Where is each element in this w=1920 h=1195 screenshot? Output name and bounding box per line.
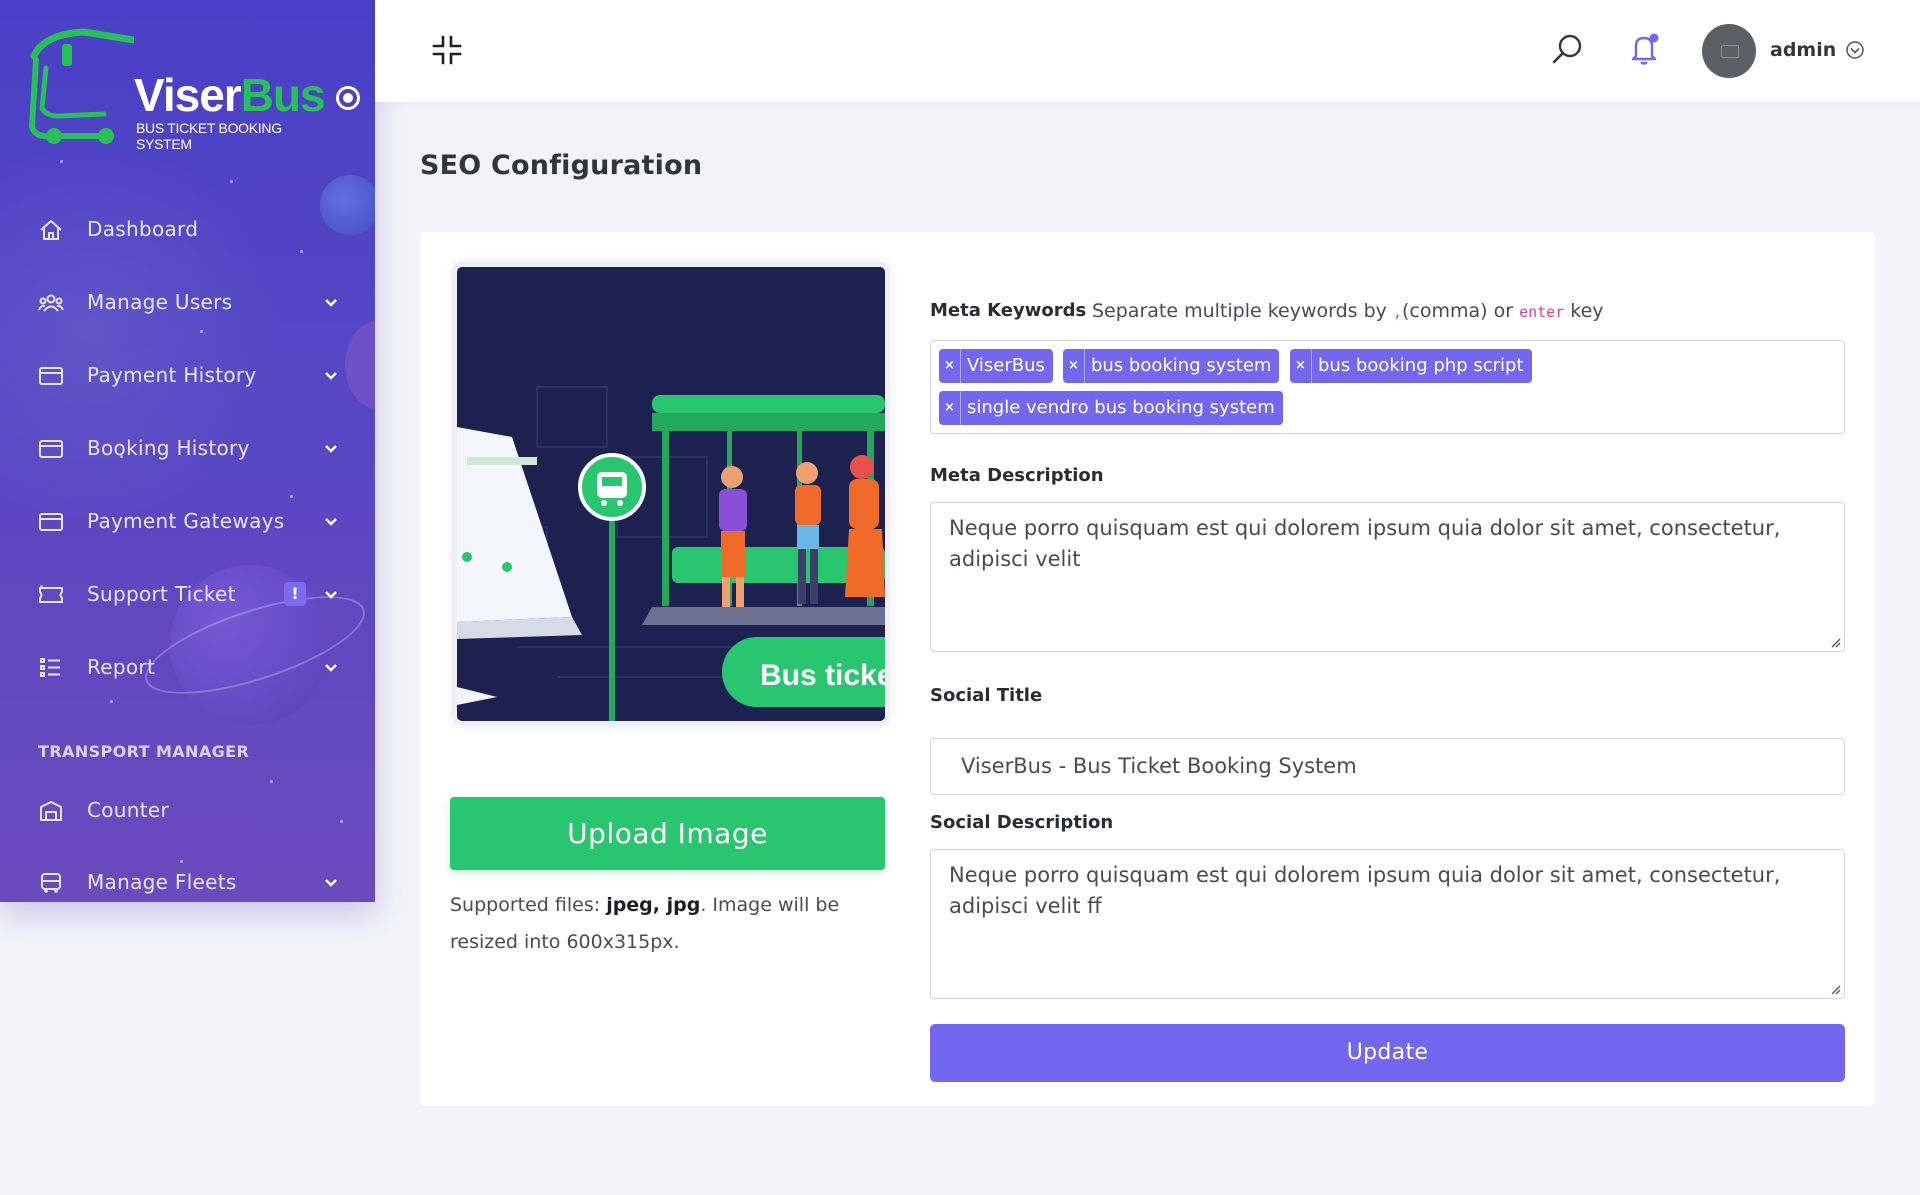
upload-image-button[interactable]: Upload Image [450, 797, 885, 870]
resize-handle-icon[interactable] [1829, 636, 1841, 648]
social-title-label: Social Title [930, 685, 1043, 706]
update-button[interactable]: Update [930, 1024, 1845, 1082]
avatar[interactable] [1702, 24, 1756, 78]
meta-description-textarea[interactable]: Neque porro quisquam est qui dolorem ips… [930, 502, 1845, 652]
sidebar-item-report[interactable]: Report [0, 643, 375, 693]
hint-text: key [1564, 300, 1604, 322]
chevron-down-icon [325, 445, 337, 453]
brand-name-part2: Bus [240, 69, 326, 121]
sidebar-item-manage-fleets[interactable]: Manage Fleets [0, 858, 375, 902]
sidebar-item-payment-history[interactable]: Payment History [0, 351, 375, 401]
keyword-tag: × bus booking php script [1290, 349, 1532, 383]
social-description-label: Social Description [930, 812, 1114, 833]
sidebar-item-label: Manage Users [87, 290, 233, 314]
sidebar-item-booking-history[interactable]: Booking History [0, 424, 375, 474]
upload-note-types: jpeg, jpg [606, 894, 701, 916]
users-icon [38, 294, 64, 312]
credit-card-icon [39, 440, 63, 458]
sidebar-item-label: Payment Gateways [87, 509, 285, 533]
social-title-input[interactable]: ViserBus - Bus Ticket Booking System [930, 738, 1845, 795]
sidebar-background-glow [0, 120, 300, 540]
sidebar-item-label: Counter [87, 798, 170, 822]
user-name[interactable]: admin [1770, 39, 1836, 61]
preview-caption: Bus ticket [760, 659, 885, 692]
credit-card-icon [39, 513, 63, 531]
chevron-down-icon [325, 518, 337, 526]
search-icon[interactable] [1550, 32, 1584, 66]
sidebar-item-dashboard[interactable]: Dashboard [0, 205, 375, 255]
remove-tag-icon[interactable]: × [1290, 349, 1312, 383]
hint-code: enter [1519, 303, 1565, 321]
chevron-down-icon [325, 591, 337, 599]
sidebar: ViserBus BUS TICKET BOOKING SYSTEM Dashb… [0, 0, 375, 902]
seo-config-card: Bus ticket Upload Image Supported files:… [420, 232, 1875, 1106]
sidebar-item-manage-users[interactable]: Manage Users [0, 278, 375, 328]
sidebar-section-title: TRANSPORT MANAGER [38, 742, 250, 761]
keyword-tag-label: bus booking php script [1318, 355, 1524, 376]
decor-star [270, 780, 273, 783]
notification-badge: ! [284, 582, 306, 606]
sidebar-item-label: Report [87, 655, 156, 679]
sidebar-item-counter[interactable]: Counter [0, 786, 375, 836]
credit-card-icon [39, 367, 63, 385]
sidebar-item-label: Dashboard [87, 217, 199, 241]
topbar: admin [375, 0, 1920, 102]
keyword-tag-label: single vendro bus booking system [967, 397, 1275, 418]
chevron-down-icon [325, 664, 337, 672]
remove-tag-icon[interactable]: × [1063, 349, 1085, 383]
social-description-textarea[interactable]: Neque porro quisquam est qui dolorem ips… [930, 849, 1845, 999]
home-icon [40, 220, 62, 240]
chevron-down-icon[interactable] [1845, 40, 1865, 60]
building-icon [40, 801, 62, 821]
keyword-tag: × bus booking system [1063, 349, 1280, 383]
sidebar-item-label: Payment History [87, 363, 257, 387]
meta-description-label: Meta Description [930, 465, 1104, 486]
seo-image-preview: Bus ticket [452, 262, 890, 726]
sidebar-item-label: Support Ticket [87, 582, 236, 606]
bell-icon[interactable] [1627, 31, 1661, 67]
decor-star [230, 180, 233, 183]
chevron-down-icon [325, 372, 337, 380]
ticket-icon [39, 587, 63, 603]
resize-handle-icon[interactable] [1829, 983, 1841, 995]
meta-keywords-label: Meta Keywords [930, 300, 1087, 321]
page-title: SEO Configuration [420, 150, 703, 181]
sidebar-toggle-icon[interactable] [336, 86, 360, 110]
decor-star [110, 700, 113, 703]
brand-name: ViserBus [134, 68, 326, 122]
collapse-icon[interactable] [431, 34, 463, 66]
sidebar-item-label: Booking History [87, 436, 250, 460]
sidebar-item-label: Manage Fleets [87, 870, 237, 894]
meta-description-value: Neque porro quisquam est qui dolorem ips… [949, 516, 1781, 571]
keyword-tag-label: ViserBus [967, 355, 1045, 376]
meta-keywords-input[interactable]: × ViserBus × bus booking system × bus booki… [930, 340, 1845, 434]
chevron-down-icon [325, 299, 337, 307]
bus-logo-icon [28, 28, 134, 144]
brand-tagline: BUS TICKET BOOKING SYSTEM [136, 120, 282, 152]
remove-tag-icon[interactable]: × [939, 391, 961, 425]
brand-name-part1: Viser [134, 69, 242, 121]
hint-text: (comma) or [1402, 300, 1520, 322]
social-description-value: Neque porro quisquam est qui dolorem ips… [949, 863, 1781, 918]
keyword-tag: × single vendro bus booking system [939, 391, 1283, 425]
sidebar-item-support-ticket[interactable]: Support Ticket ! [0, 570, 375, 620]
decor-star [60, 160, 63, 163]
bus-icon [41, 873, 61, 893]
brand-logo[interactable]: ViserBus BUS TICKET BOOKING SYSTEM [24, 26, 326, 152]
keyword-tag-label: bus booking system [1091, 355, 1272, 376]
bus-ticket-illustration: Bus ticket [457, 267, 885, 721]
chevron-down-icon [325, 879, 337, 887]
list-icon [40, 658, 60, 677]
upload-note-prefix: Supported files: [450, 894, 607, 916]
sidebar-item-payment-gateways[interactable]: Payment Gateways [0, 497, 375, 547]
hint-code: , [1392, 303, 1402, 321]
keyword-tag: × ViserBus [939, 349, 1053, 383]
hint-text: Separate multiple keywords by [1092, 300, 1393, 322]
remove-tag-icon[interactable]: × [939, 349, 961, 383]
meta-keywords-hint: Separate multiple keywords by ,(comma) o… [1092, 300, 1604, 322]
decor-star [200, 330, 203, 333]
upload-note: Supported files: jpeg, jpg. Image will b… [450, 887, 870, 961]
